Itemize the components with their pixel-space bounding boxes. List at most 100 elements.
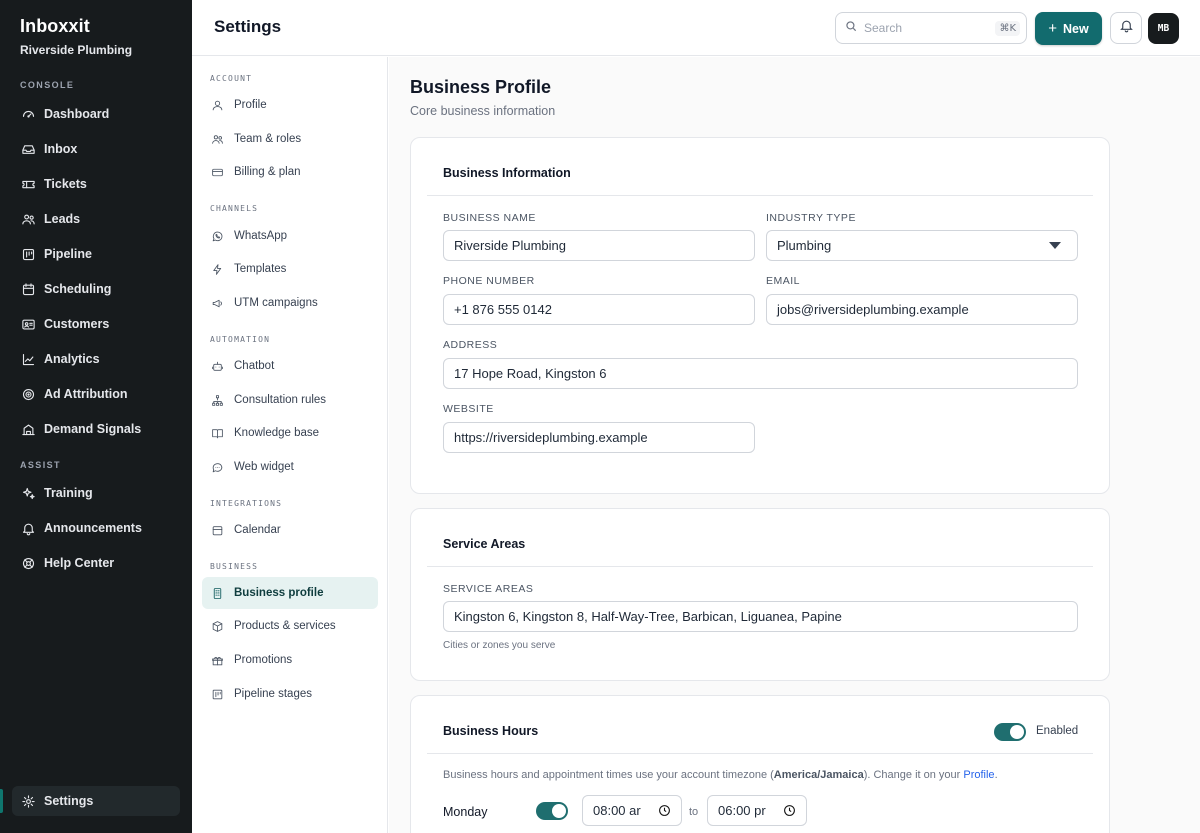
sidebar-item-training[interactable]: Training	[12, 478, 180, 508]
sidebar-item-demand-signals[interactable]: Demand Signals	[12, 414, 180, 444]
subnav-item-label: WhatsApp	[234, 230, 288, 242]
email-field[interactable]: jobs@riversideplumbing.example	[766, 294, 1078, 325]
users-icon	[210, 132, 225, 147]
open-time-input[interactable]: 08:00 ar	[582, 795, 682, 826]
close-time-input[interactable]: 06:00 pr	[707, 795, 807, 826]
sidebar-item-label: Settings	[44, 794, 94, 808]
sidebar-item-label: Scheduling	[44, 282, 112, 296]
search-icon	[844, 19, 858, 38]
sidebar-item-pipeline[interactable]: Pipeline	[12, 239, 180, 269]
new-button[interactable]: + New	[1035, 12, 1102, 45]
top-bar: Settings Search ⌘K + New MB	[192, 0, 1200, 56]
subnav-item-label: Chatbot	[234, 360, 275, 372]
day-label: Monday	[443, 805, 488, 819]
building-icon	[210, 586, 225, 601]
search-shortcut: ⌘K	[995, 20, 1020, 36]
users-icon	[20, 211, 36, 227]
credit-card-icon	[210, 165, 225, 180]
subnav-section-automation: AUTOMATION	[210, 335, 271, 344]
sidebar-item-label: Announcements	[44, 521, 142, 535]
sidebar-item-label: Leads	[44, 212, 81, 226]
address-field[interactable]: 17 Hope Road, Kingston 6	[443, 358, 1078, 389]
card-title: Service Areas	[443, 537, 526, 551]
subnav-item-consultation-rules[interactable]: Consultation rules	[202, 384, 378, 416]
sidebar-item-leads[interactable]: Leads	[12, 204, 180, 234]
phone-number-label: PHONE NUMBER	[443, 275, 535, 287]
phone-number-field[interactable]: +1 876 555 0142	[443, 294, 755, 325]
website-label: WEBSITE	[443, 403, 494, 415]
subnav-item-calendar[interactable]: Calendar	[202, 514, 378, 546]
business-name-label: BUSINESS NAME	[443, 212, 536, 224]
website-field[interactable]: https://riversideplumbing.example	[443, 422, 755, 453]
calendar-icon	[20, 281, 36, 297]
subnav-item-business-profile[interactable]: Business profile	[202, 577, 378, 609]
clock-icon	[658, 804, 671, 817]
subnav-section-account: ACCOUNT	[210, 74, 253, 83]
business-hours-card: Business Hours Enabled Business hours an…	[410, 695, 1110, 833]
subnav-item-label: Calendar	[234, 524, 281, 536]
subnav-item-templates[interactable]: Templates	[202, 253, 378, 285]
monday-toggle[interactable]	[536, 802, 568, 820]
subnav-item-products-services[interactable]: Products & services	[202, 610, 378, 642]
timezone-note: Business hours and appointment times use…	[443, 769, 998, 781]
sidebar-item-tickets[interactable]: Tickets	[12, 169, 180, 199]
profile-link[interactable]: Profile	[963, 769, 994, 781]
notifications-button[interactable]	[1110, 12, 1142, 44]
pipeline-icon	[20, 246, 36, 262]
subnav-item-billing[interactable]: Billing & plan	[202, 156, 378, 188]
divider	[427, 195, 1093, 196]
card-title: Business Hours	[443, 724, 539, 738]
subnav-section-business: BUSINESS	[210, 562, 259, 571]
industry-type-select[interactable]: Plumbing	[766, 230, 1078, 261]
sidebar-item-settings[interactable]: Settings	[12, 786, 180, 816]
gear-icon	[20, 793, 36, 809]
subnav-item-profile[interactable]: Profile	[202, 89, 378, 121]
subnav-item-team-roles[interactable]: Team & roles	[202, 123, 378, 155]
subnav-item-web-widget[interactable]: Web widget	[202, 451, 378, 483]
sidebar-item-label: Help Center	[44, 556, 115, 570]
timezone-value: America/Jamaica	[773, 769, 864, 781]
bell-icon	[1119, 18, 1134, 38]
clock-icon	[783, 804, 796, 817]
subnav-item-utm-campaigns[interactable]: UTM campaigns	[202, 287, 378, 319]
calendar-icon	[210, 523, 225, 538]
service-areas-field[interactable]: Kingston 6, Kingston 8, Half-Way-Tree, B…	[443, 601, 1078, 632]
sidebar-item-dashboard[interactable]: Dashboard	[12, 99, 180, 129]
sidebar-item-customers[interactable]: Customers	[12, 309, 180, 339]
subnav-item-pipeline-stages[interactable]: Pipeline stages	[202, 678, 378, 710]
subnav-item-label: Profile	[234, 99, 267, 111]
sidebar-item-announcements[interactable]: Announcements	[12, 513, 180, 543]
industry-type-label: INDUSTRY TYPE	[766, 212, 856, 224]
subnav-item-whatsapp[interactable]: WhatsApp	[202, 220, 378, 252]
subnav-item-label: Knowledge base	[234, 427, 320, 439]
business-name-field[interactable]: Riverside Plumbing	[443, 230, 755, 261]
sidebar-item-inbox[interactable]: Inbox	[12, 134, 180, 164]
subnav-item-label: Business profile	[234, 587, 324, 599]
business-hours-toggle[interactable]	[994, 723, 1026, 741]
sidebar-item-analytics[interactable]: Analytics	[12, 344, 180, 374]
sidebar-item-scheduling[interactable]: Scheduling	[12, 274, 180, 304]
search-input[interactable]: Search ⌘K	[835, 12, 1027, 44]
contact-card-icon	[20, 316, 36, 332]
sparkles-icon	[20, 485, 36, 501]
user-icon	[210, 98, 225, 113]
subnav-item-label: Billing & plan	[234, 166, 301, 178]
sidebar-item-ad-attribution[interactable]: Ad Attribution	[12, 379, 180, 409]
service-areas-label: SERVICE AREAS	[443, 583, 534, 595]
subnav-item-chatbot[interactable]: Chatbot	[202, 350, 378, 382]
subnav-item-label: Products & services	[234, 620, 336, 632]
ticket-icon	[20, 176, 36, 192]
inbox-icon	[20, 141, 36, 157]
subnav-item-knowledge-base[interactable]: Knowledge base	[202, 417, 378, 449]
industry-type-value: Plumbing	[777, 238, 832, 253]
sidebar-item-help-center[interactable]: Help Center	[12, 548, 180, 578]
hierarchy-icon	[210, 393, 225, 408]
gift-icon	[210, 653, 225, 668]
box-icon	[210, 619, 225, 634]
subnav-section-channels: CHANNELS	[210, 204, 259, 213]
sidebar-item-label: Ad Attribution	[44, 387, 128, 401]
note-prefix: Business hours and appointment times use…	[443, 769, 774, 781]
chat-bubble-icon	[210, 460, 225, 475]
subnav-item-promotions[interactable]: Promotions	[202, 644, 378, 676]
avatar[interactable]: MB	[1148, 13, 1179, 44]
